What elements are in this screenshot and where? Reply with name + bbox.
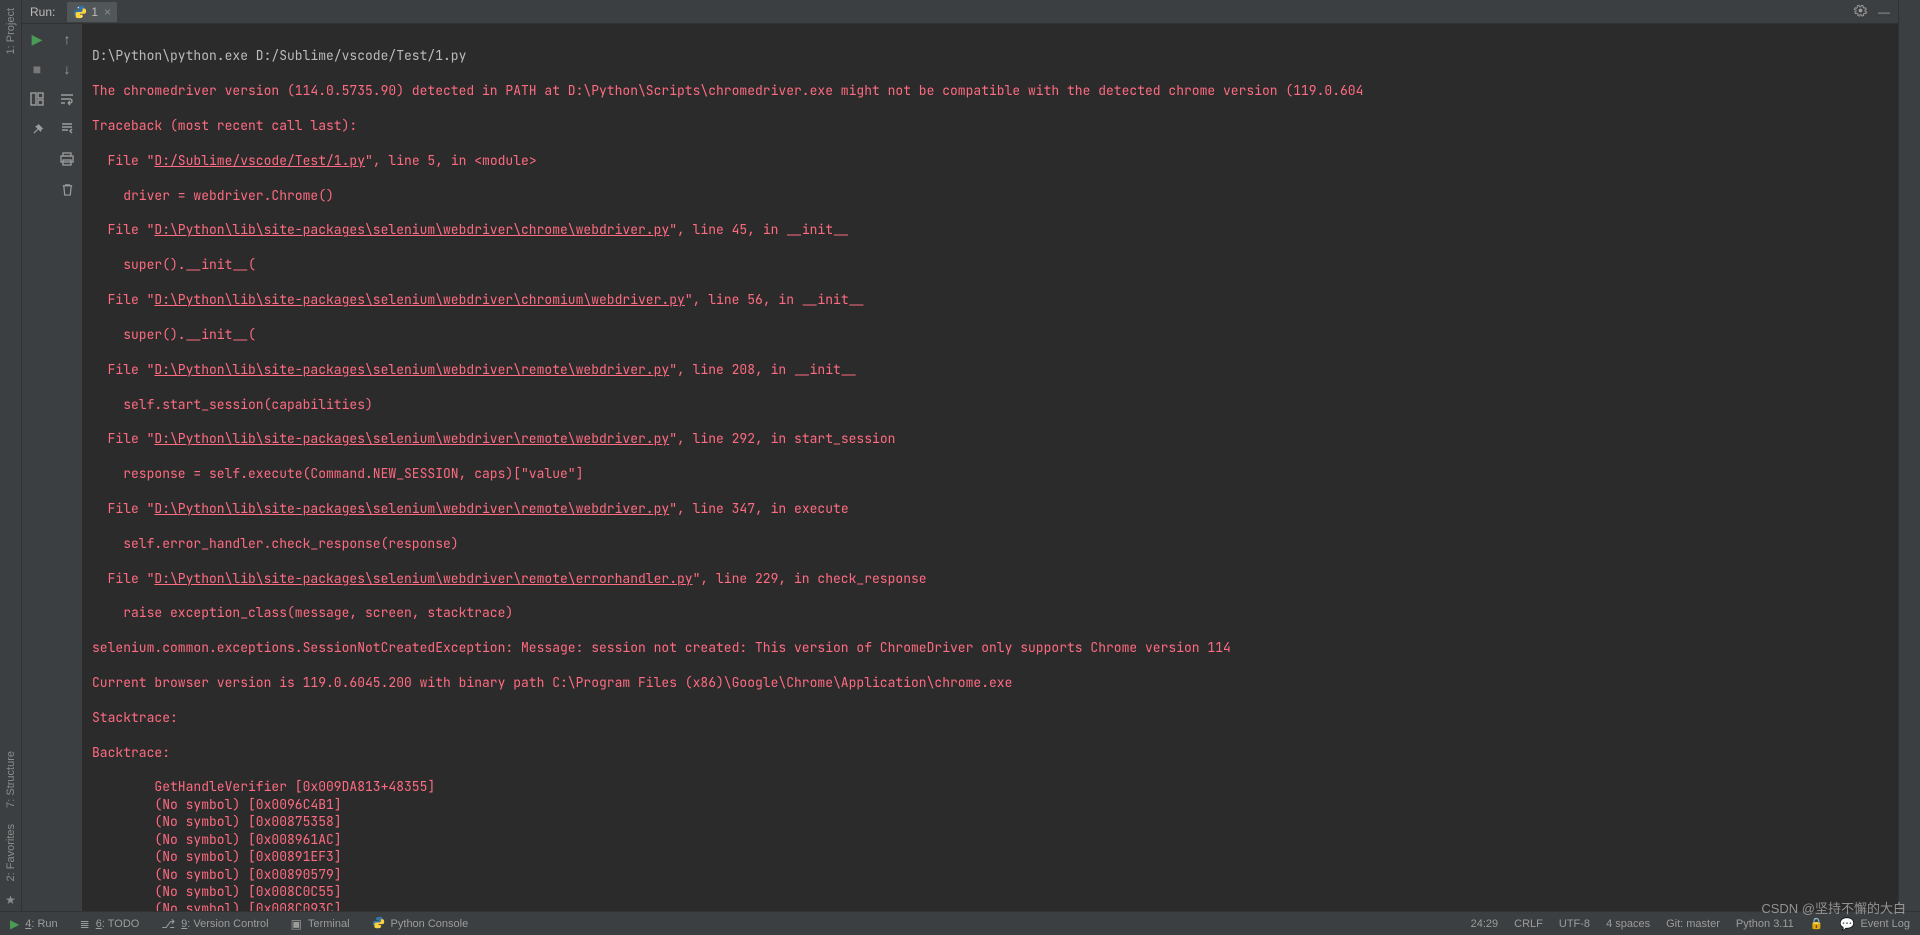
file-link[interactable]: D:\Python\lib\site-packages\selenium\web… <box>154 430 669 447</box>
file-link[interactable]: D:\Python\lib\site-packages\selenium\web… <box>154 361 669 378</box>
hide-icon[interactable]: — <box>1878 5 1890 19</box>
delete-button[interactable] <box>56 178 78 200</box>
console-line: Stacktrace: <box>92 709 1888 726</box>
run-toolbar-right: ↑ ↓ <box>52 24 82 911</box>
console-line: File "D:/Sublime/vscode/Test/1.py", line… <box>92 152 1888 169</box>
layout-button[interactable] <box>26 88 48 110</box>
console-line: Traceback (most recent call last): <box>92 117 1888 134</box>
python-icon <box>73 5 87 19</box>
rerun-button[interactable]: ▶ <box>26 28 48 50</box>
sidebar-tab-favorites[interactable]: 2: Favorites <box>5 816 17 889</box>
sidebar-tab-structure[interactable]: 7: Structure <box>5 743 17 816</box>
file-link[interactable]: D:/Sublime/vscode/Test/1.py <box>154 152 365 169</box>
soft-wrap-button[interactable] <box>56 88 78 110</box>
console-line: (No symbol) [0x008C0C55] <box>92 883 1888 900</box>
file-link[interactable]: D:\Python\lib\site-packages\selenium\web… <box>154 570 692 587</box>
console-line: File "D:\Python\lib\site-packages\seleni… <box>92 500 1888 517</box>
console-line: File "D:\Python\lib\site-packages\seleni… <box>92 570 1888 587</box>
statusbar-terminal[interactable]: ▣Terminal <box>291 917 350 931</box>
cursor-position[interactable]: 24:29 <box>1471 918 1499 930</box>
left-tool-gutter: 1: Project 7: Structure 2: Favorites ★ <box>0 0 22 911</box>
status-bar: ▶4: Run ≣6: TODO ⎇9: Version Control ▣Te… <box>0 911 1920 935</box>
file-link[interactable]: D:\Python\lib\site-packages\selenium\web… <box>154 291 684 308</box>
console-line: (No symbol) [0x008961AC] <box>92 831 1888 848</box>
scroll-to-end-button[interactable] <box>56 118 78 140</box>
console-line: super().__init__( <box>92 256 1888 273</box>
console-line: (No symbol) [0x00875358] <box>92 813 1888 830</box>
console-line: raise exception_class(message, screen, s… <box>92 604 1888 621</box>
console-line: File "D:\Python\lib\site-packages\seleni… <box>92 291 1888 308</box>
file-encoding[interactable]: UTF-8 <box>1559 918 1590 930</box>
play-icon: ▶ <box>10 917 19 931</box>
close-icon[interactable]: × <box>104 5 111 19</box>
terminal-icon: ▣ <box>291 917 302 931</box>
statusbar-python-console[interactable]: Python Console <box>372 916 469 932</box>
up-button[interactable]: ↑ <box>56 28 78 50</box>
console-line: D:\Python\python.exe D:/Sublime/vscode/T… <box>92 47 1888 64</box>
console-line: GetHandleVerifier [0x009DA813+48355] <box>92 778 1888 795</box>
git-branch[interactable]: Git: master <box>1666 918 1720 930</box>
lock-icon[interactable]: 🔒 <box>1810 917 1824 930</box>
todo-icon: ≣ <box>80 917 90 931</box>
right-tool-gutter <box>1898 0 1920 911</box>
file-link[interactable]: D:\Python\lib\site-packages\selenium\web… <box>154 221 669 238</box>
indent-settings[interactable]: 4 spaces <box>1606 918 1650 930</box>
console-line: selenium.common.exceptions.SessionNotCre… <box>92 639 1888 656</box>
console-line: The chromedriver version (114.0.5735.90)… <box>92 82 1888 99</box>
print-button[interactable] <box>56 148 78 170</box>
console-output[interactable]: D:\Python\python.exe D:/Sublime/vscode/T… <box>82 24 1898 911</box>
console-line: response = self.execute(Command.NEW_SESS… <box>92 465 1888 482</box>
run-title: Run: <box>22 5 63 19</box>
event-log[interactable]: 💬Event Log <box>1840 917 1911 931</box>
down-button[interactable]: ↓ <box>56 58 78 80</box>
run-tab-label: 1 <box>91 5 98 19</box>
console-line: File "D:\Python\lib\site-packages\seleni… <box>92 430 1888 447</box>
console-line: self.start_session(capabilities) <box>92 396 1888 413</box>
event-log-icon: 💬 <box>1840 917 1855 931</box>
sidebar-tab-project[interactable]: 1: Project <box>5 0 17 62</box>
line-separator[interactable]: CRLF <box>1514 918 1543 930</box>
pin-button[interactable] <box>26 118 48 140</box>
console-line: self.error_handler.check_response(respon… <box>92 535 1888 552</box>
run-toolbar-left: ▶ ■ <box>22 24 52 911</box>
console-line: File "D:\Python\lib\site-packages\seleni… <box>92 361 1888 378</box>
console-line: Backtrace: <box>92 744 1888 761</box>
console-line: (No symbol) [0x0096C4B1] <box>92 796 1888 813</box>
stop-button[interactable]: ■ <box>26 58 48 80</box>
statusbar-todo[interactable]: ≣6: TODO <box>80 917 140 931</box>
python-console-icon <box>372 916 385 932</box>
run-tool-window: Run: 1 × — ▶ ■ <box>22 0 1898 911</box>
star-icon: ★ <box>5 889 16 911</box>
console-line: (No symbol) [0x00891EF3] <box>92 848 1888 865</box>
interpreter[interactable]: Python 3.11 <box>1736 918 1794 930</box>
console-line: super().__init__( <box>92 326 1888 343</box>
run-config-tab[interactable]: 1 × <box>67 2 117 22</box>
console-line: driver = webdriver.Chrome() <box>92 187 1888 204</box>
branch-icon: ⎇ <box>161 917 175 931</box>
file-link[interactable]: D:\Python\lib\site-packages\selenium\web… <box>154 500 669 517</box>
statusbar-vcs[interactable]: ⎇9: Version Control <box>161 917 268 931</box>
statusbar-run[interactable]: ▶4: Run <box>10 917 58 931</box>
console-line: (No symbol) [0x008C093C] <box>92 900 1888 911</box>
run-header: Run: 1 × — <box>22 0 1898 24</box>
console-line: (No symbol) [0x00890579] <box>92 866 1888 883</box>
console-line: Current browser version is 119.0.6045.20… <box>92 674 1888 691</box>
gear-icon[interactable] <box>1853 3 1868 21</box>
console-line: File "D:\Python\lib\site-packages\seleni… <box>92 221 1888 238</box>
